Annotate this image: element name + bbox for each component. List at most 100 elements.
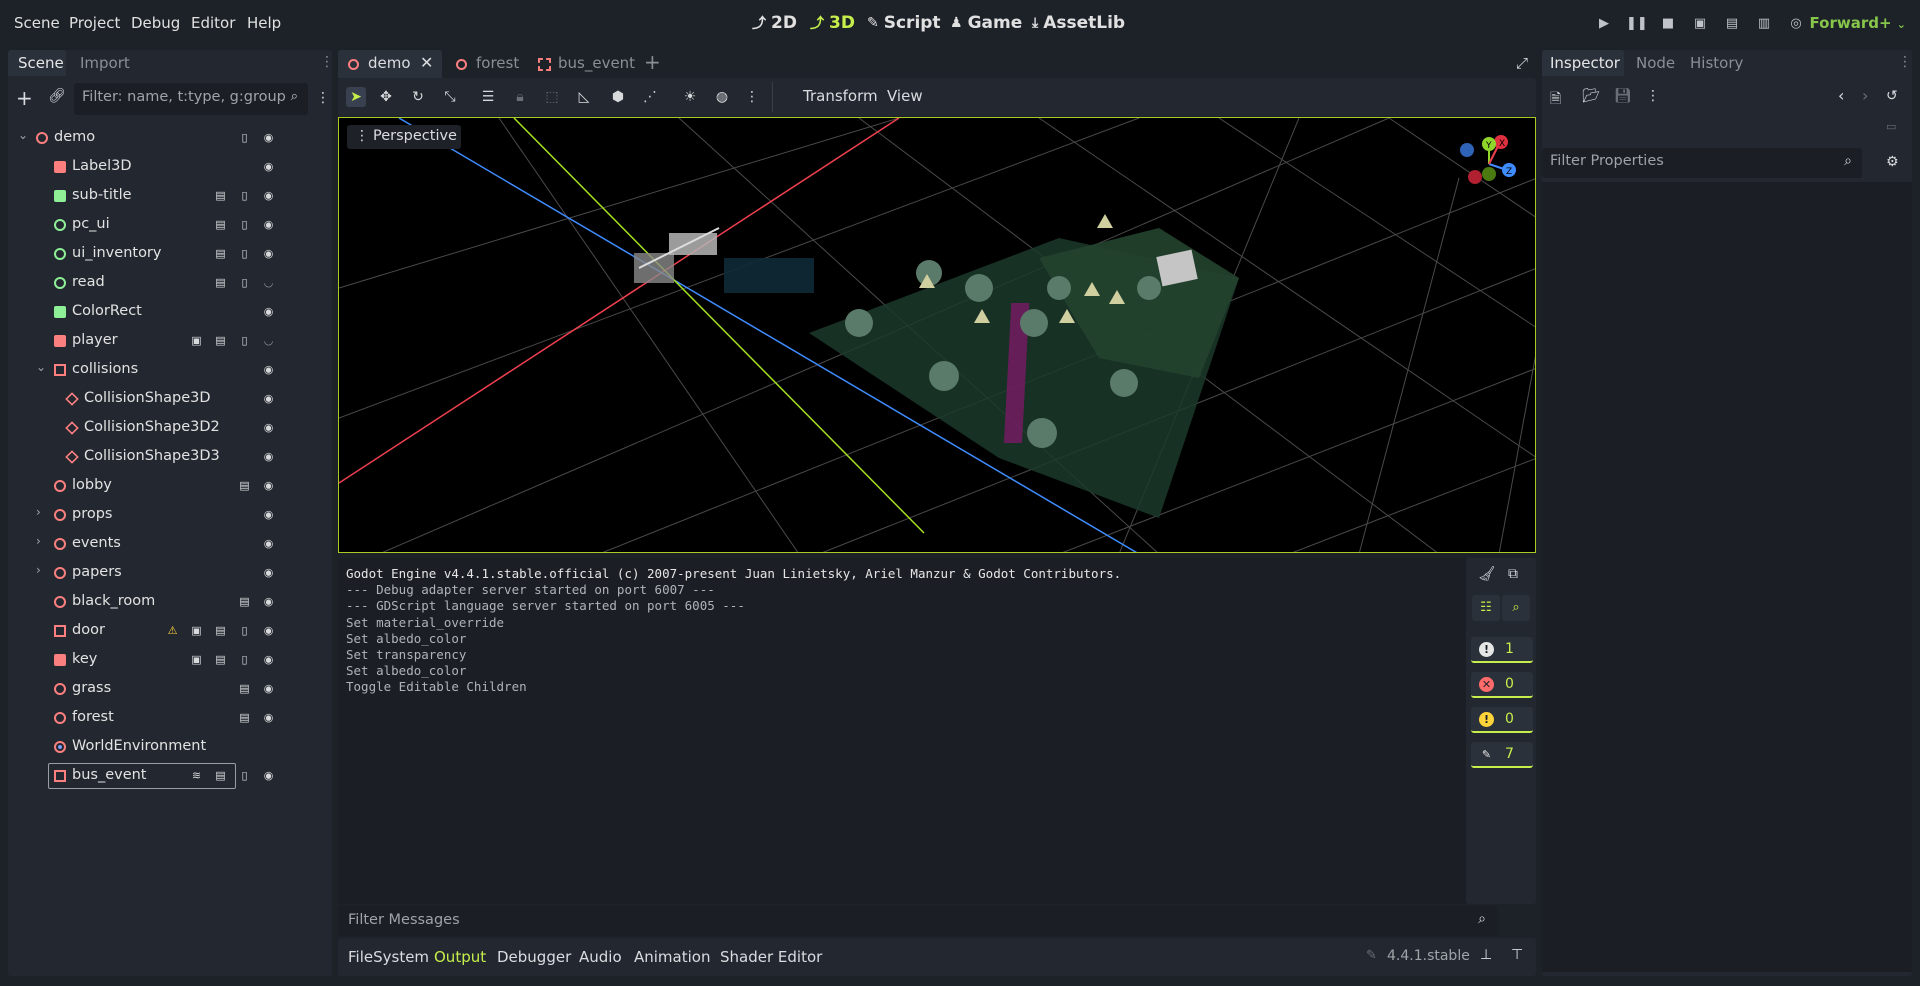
menu-project[interactable]: Project <box>69 14 120 32</box>
tree-item-worldenvironment[interactable]: WorldEnvironment <box>16 733 334 761</box>
scene-icon[interactable]: ▤ <box>213 334 228 348</box>
tree-item-label3d[interactable]: Label3D ◉ <box>16 153 334 181</box>
open-folder-icon[interactable]: 📂︎ <box>1582 88 1600 104</box>
visibility-icon[interactable]: ◉ <box>261 160 276 174</box>
scale-tool-icon[interactable]: ⤡ <box>440 87 460 107</box>
tab-inspector[interactable]: Inspector <box>1542 50 1624 76</box>
move-tool-icon[interactable]: ✥ <box>376 87 396 107</box>
tree-item-key[interactable]: key ◉ ▯ ▤ ▣ <box>16 646 334 674</box>
visibility-icon[interactable]: ◉ <box>261 711 276 725</box>
tab-import[interactable]: Import <box>80 54 130 72</box>
tree-item-grass[interactable]: grass ◉ ▤ <box>16 675 334 703</box>
list-select-icon[interactable]: ☰ <box>478 87 498 107</box>
script-icon[interactable]: ▯ <box>237 189 252 203</box>
tab-scene[interactable]: Scene <box>8 50 66 76</box>
clear-log-icon[interactable]: 🧹︎ <box>1478 566 1496 582</box>
menu-debug[interactable]: Debug <box>131 14 180 32</box>
environment-icon[interactable]: ◍ <box>712 87 732 107</box>
scene-icon[interactable]: ▤ <box>237 479 252 493</box>
perspective-menu[interactable]: ⋮ Perspective <box>347 125 461 149</box>
visibility-icon[interactable]: ◉ <box>261 624 276 638</box>
visibility-icon[interactable]: ◉ <box>261 566 276 580</box>
dock-menu-icon[interactable]: ⋮ <box>320 54 334 70</box>
chevron-right-icon[interactable]: › <box>36 563 41 577</box>
tree-item-props[interactable]: › props ◉ <box>16 501 334 529</box>
view-menu[interactable]: View <box>887 87 923 105</box>
visibility-icon[interactable]: ◉ <box>261 479 276 493</box>
visibility-icon[interactable]: ◉ <box>261 653 276 667</box>
menu-editor[interactable]: Editor <box>191 14 235 32</box>
scene-icon[interactable]: ▤ <box>237 682 252 696</box>
workspace-assetlib-button[interactable]: ⤓ AssetLib <box>1032 13 1125 33</box>
scene-icon[interactable]: ▤ <box>213 276 228 290</box>
transform-menu[interactable]: Transform <box>803 87 878 105</box>
scene-icon[interactable]: ▤ <box>213 653 228 667</box>
tree-item-demo[interactable]: ⌄ demo ◉ ▯ <box>16 124 334 152</box>
back-icon[interactable]: ‹ <box>1838 86 1844 105</box>
visibility-icon[interactable]: ◉ <box>261 537 276 551</box>
sun-icon[interactable]: ☀ <box>680 87 700 107</box>
dock-menu-icon[interactable]: ⋮ <box>1898 54 1912 70</box>
tab-animation[interactable]: Animation <box>634 948 710 966</box>
pause-icon[interactable]: ❚❚ <box>1626 14 1648 34</box>
new-tab-icon[interactable]: + <box>644 50 661 74</box>
save-icon[interactable]: 💾︎ <box>1614 88 1632 104</box>
tree-item-sub-title[interactable]: sub-title ◉ ▯ ▤ <box>16 182 334 210</box>
script-icon[interactable]: ▯ <box>237 276 252 290</box>
visibility-icon[interactable]: ◉ <box>261 421 276 435</box>
visibility-icon[interactable]: ◉ <box>261 682 276 696</box>
snap-icon[interactable]: ⋰ <box>640 87 660 107</box>
local-space-icon[interactable]: ⬢ <box>608 87 628 107</box>
visibility-icon[interactable]: ◉ <box>261 305 276 319</box>
play-scene-icon[interactable]: ▤ <box>1722 14 1742 34</box>
message-filter-button[interactable]: ! 1 <box>1471 637 1533 663</box>
scene-filter-input[interactable]: Filter: name, t:type, g:group ⌕ <box>74 83 308 115</box>
visibility-icon[interactable]: ◉ <box>261 450 276 464</box>
workspace-3d-button[interactable]: ⤴ 3D <box>810 13 855 33</box>
workspace-script-button[interactable]: ✎ Script <box>867 13 941 33</box>
script-icon[interactable]: ▯ <box>237 131 252 145</box>
scene-icon[interactable]: ▤ <box>213 769 228 783</box>
visibility-icon[interactable]: ◉ <box>261 247 276 261</box>
tree-item-player[interactable]: player ◡ ▯ ▤ ▣ <box>16 327 334 355</box>
ruler-icon[interactable]: ◺ <box>574 87 594 107</box>
visibility-icon[interactable]: ◉ <box>261 363 276 377</box>
tab-shader-editor[interactable]: Shader Editor <box>720 948 822 966</box>
distraction-free-icon[interactable]: ⤢ <box>1516 54 1528 72</box>
visibility-icon[interactable]: ◉ <box>261 508 276 522</box>
3d-viewport[interactable]: ⋮ Perspective X Y Z <box>338 117 1536 553</box>
tab-node[interactable]: Node <box>1636 54 1675 72</box>
pin-icon[interactable]: ⊥ <box>1480 947 1492 963</box>
signal-icon[interactable]: ≋ <box>189 769 204 783</box>
chevron-right-icon[interactable]: › <box>36 534 41 548</box>
tab-demo[interactable]: demo ✕ <box>338 50 442 78</box>
remote-debug-icon[interactable]: ▣ <box>1690 14 1710 34</box>
workspace-2d-button[interactable]: ⤴ 2D <box>752 13 797 33</box>
visibility-icon[interactable]: ◉ <box>261 595 276 609</box>
scene-icon[interactable]: ▤ <box>213 189 228 203</box>
copy-icon[interactable]: ⧉ <box>1508 566 1518 582</box>
filter-messages-input[interactable]: Filter Messages ⌕ <box>338 906 1498 936</box>
script-icon[interactable]: ▯ <box>237 218 252 232</box>
hidden-icon[interactable]: ◡ <box>261 334 276 348</box>
tab-debugger[interactable]: Debugger <box>497 948 571 966</box>
chevron-right-icon[interactable]: › <box>36 505 41 519</box>
more-icon[interactable]: ⋮ <box>742 87 762 107</box>
menu-help[interactable]: Help <box>247 14 281 32</box>
tab-audio[interactable]: Audio <box>579 948 622 966</box>
tree-item-read[interactable]: read ◡ ▯ ▤ <box>16 269 334 297</box>
play-custom-scene-icon[interactable]: ▥ <box>1754 14 1774 34</box>
tab-output[interactable]: Output <box>434 948 486 966</box>
settings-icon[interactable]: ⚙ <box>1886 154 1899 170</box>
play-icon[interactable]: ▶ <box>1594 14 1614 34</box>
visibility-icon[interactable]: ◉ <box>261 218 276 232</box>
link-icon[interactable]: 🔗︎ <box>48 88 66 104</box>
tree-item-bus-event[interactable]: bus_event ◉ ▯ ▤ ≋ <box>16 762 334 790</box>
workspace-game-button[interactable]: ♟ Game <box>950 13 1022 33</box>
renderer-selector[interactable]: Forward+ ⌄ <box>1810 14 1906 32</box>
stop-icon[interactable]: ■ <box>1658 14 1678 34</box>
chevron-down-icon[interactable]: ⌄ <box>18 128 28 142</box>
expand-panel-icon[interactable]: ⊤ <box>1511 947 1523 963</box>
tree-item-ui-inventory[interactable]: ui_inventory ◉ ▯ ▤ <box>16 240 334 268</box>
tree-item-events[interactable]: › events ◉ <box>16 530 334 558</box>
